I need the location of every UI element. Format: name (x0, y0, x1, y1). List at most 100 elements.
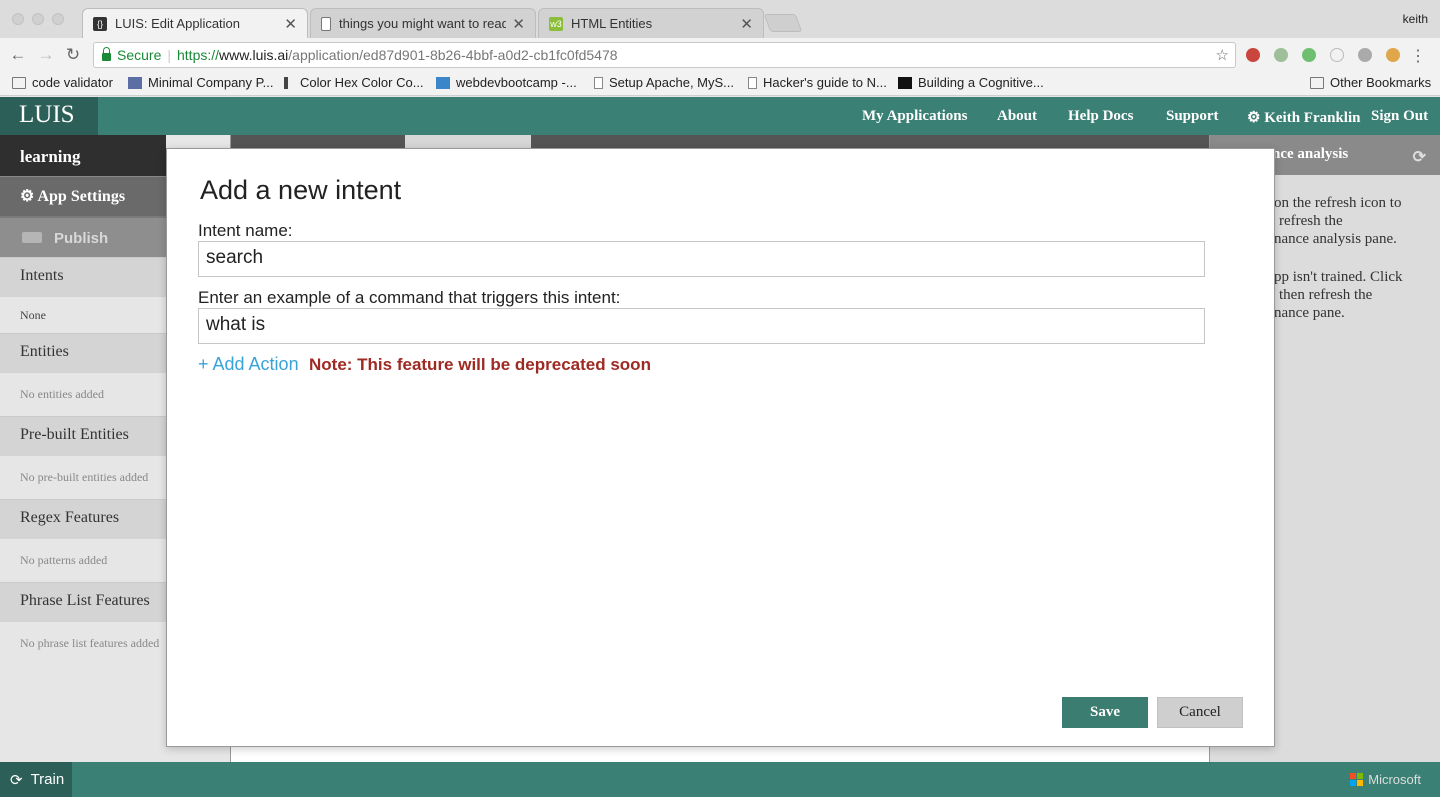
extension-icon[interactable] (1274, 48, 1288, 62)
tab-title: LUIS: Edit Application (115, 16, 241, 31)
nav-about[interactable]: About (997, 108, 1037, 125)
train-button[interactable]: ⟳ Train (0, 762, 72, 797)
sidebar-section-intents[interactable]: Intents (0, 257, 166, 297)
microsoft-brand: Microsoft (1350, 772, 1421, 787)
profile-name[interactable]: keith (1403, 12, 1428, 26)
sidebar-publish-button[interactable]: Publish (0, 216, 166, 257)
bookmark-item[interactable]: Setup Apache, MyS... (594, 75, 734, 90)
browser-tabstrip: {} LUIS: Edit Application ✕ things you m… (0, 0, 1440, 38)
app-settings-label: App Settings (37, 188, 126, 205)
sidebar-empty-text: No pre-built entities added (0, 456, 166, 499)
bookmark-label: webdevbootcamp -... (456, 75, 577, 90)
save-button[interactable]: Save (1062, 697, 1148, 728)
sidebar-section-phrase-list-features[interactable]: Phrase List Features (0, 582, 166, 622)
browser-tab-luis[interactable]: {} LUIS: Edit Application ✕ (82, 8, 308, 38)
back-arrow-icon[interactable]: ← (8, 45, 28, 65)
bookmark-label: Hacker's guide to N... (763, 75, 887, 90)
nav-sign-out[interactable]: Sign Out (1371, 108, 1428, 125)
window-zoom-button[interactable] (52, 13, 64, 25)
close-tab-icon[interactable]: ✕ (740, 15, 753, 33)
bookmark-item[interactable]: Building a Cognitive... (898, 75, 1044, 90)
browser-tab-html-entities[interactable]: w3 HTML Entities ✕ (538, 8, 764, 38)
bookmark-star-icon[interactable]: ☆ (1216, 46, 1229, 64)
bookmark-label: Minimal Company P... (148, 75, 274, 90)
intent-name-input[interactable]: search (198, 241, 1205, 277)
extension-icon[interactable] (1302, 48, 1316, 62)
bookmark-label: Color Hex Color Co... (300, 75, 424, 90)
browser-tab-reading[interactable]: things you might want to read ✕ (310, 8, 536, 38)
publish-label: Publish (54, 230, 109, 247)
window-minimize-button[interactable] (32, 13, 44, 25)
sidebar-app-name[interactable]: learning (0, 135, 166, 176)
sidebar-app-settings[interactable]: ⚙ App Settings (0, 176, 166, 216)
refresh-icon[interactable]: ⟳ (1413, 147, 1426, 167)
page-icon (748, 76, 757, 89)
browser-toolbar: ← → ↻ Secure | https:// www.luis.ai /app… (0, 38, 1440, 72)
sidebar-section-regex-features[interactable]: Regex Features (0, 499, 166, 539)
secure-label: Secure (117, 47, 162, 63)
new-tab-button[interactable] (763, 14, 803, 32)
folder-icon (1310, 76, 1324, 89)
bookmark-item[interactable]: code validator (12, 75, 113, 90)
panel-text-line: refresh the (1279, 213, 1343, 229)
sidebar-intent-item[interactable]: None (0, 297, 166, 333)
browser-menu-icon[interactable]: ⋮ (1410, 46, 1426, 66)
forward-arrow-icon[interactable]: → (36, 45, 56, 65)
other-bookmarks-label: Other Bookmarks (1330, 75, 1432, 90)
nav-support[interactable]: Support (1166, 108, 1219, 125)
other-bookmarks[interactable]: Other Bookmarks (1310, 75, 1431, 90)
add-action-link[interactable]: + Add Action (198, 354, 299, 375)
close-tab-icon[interactable]: ✕ (512, 15, 525, 33)
panel-text-line: then refresh the (1279, 287, 1373, 303)
bottom-bar: ⟳ Train Microsoft (0, 762, 1440, 797)
nav-my-applications[interactable]: My Applications (862, 108, 967, 125)
user-name: Keith Franklin (1264, 110, 1361, 126)
center-tab-active[interactable] (405, 135, 531, 149)
extension-icon[interactable] (1330, 48, 1344, 62)
page-icon (594, 76, 603, 89)
bookmark-item[interactable]: Hacker's guide to N... (748, 75, 887, 90)
bookmark-item[interactable]: webdevbootcamp -... (436, 75, 577, 90)
panel-text-line: on the refresh icon to (1274, 195, 1402, 211)
luis-header: LUIS My Applications About Help Docs Sup… (0, 97, 1440, 135)
deprecation-note: Note: This feature will be deprecated so… (309, 355, 651, 374)
url-scheme: https:// (177, 47, 220, 63)
site-icon (128, 76, 142, 89)
sidebar-section-entities[interactable]: Entities (0, 333, 166, 373)
panel-text-line: nance pane. (1274, 305, 1345, 321)
medium-icon (898, 76, 912, 89)
site-icon (436, 76, 450, 89)
bookmark-item[interactable]: Color Hex Color Co... (284, 75, 424, 90)
cancel-button[interactable]: Cancel (1157, 697, 1243, 728)
extension-icon[interactable] (1386, 48, 1400, 62)
tab-title: things you might want to read (339, 16, 507, 31)
sidebar: learning ⚙ App Settings Publish Intents … (0, 135, 166, 762)
url-host: www.luis.ai (219, 47, 289, 63)
example-utterance-input[interactable]: what is (198, 308, 1205, 344)
lock-icon (102, 47, 111, 61)
address-bar[interactable]: Secure | https:// www.luis.ai /applicati… (93, 42, 1236, 68)
dialog-title: Add a new intent (200, 175, 402, 205)
close-tab-icon[interactable]: ✕ (284, 15, 297, 33)
panel-text-line: nance analysis pane. (1274, 231, 1397, 247)
panel-text-line: pp isn't trained. Click (1274, 269, 1403, 285)
microsoft-logo-icon (1350, 773, 1364, 786)
nav-user[interactable]: ⚙ Keith Franklin (1247, 108, 1360, 127)
adblock-extension-icon[interactable] (1246, 48, 1260, 62)
reload-icon[interactable]: ↻ (63, 45, 83, 65)
add-intent-dialog: Add a new intent Intent name: search Ent… (166, 148, 1275, 747)
nav-help-docs[interactable]: Help Docs (1068, 108, 1133, 125)
train-label: Train (30, 771, 65, 788)
luis-favicon-icon: {} (93, 16, 107, 31)
window-close-button[interactable] (12, 13, 24, 25)
gear-icon: ⚙ (1247, 110, 1261, 126)
luis-logo[interactable]: LUIS (0, 97, 98, 135)
bookmark-item[interactable]: Minimal Company P... (128, 75, 273, 90)
bookmark-label: Building a Cognitive... (918, 75, 1044, 90)
sidebar-empty-text: No patterns added (0, 539, 166, 582)
extension-icon[interactable] (1358, 48, 1372, 62)
url-path: /application/ed87d901-8b26-4bbf-a0d2-cb1… (288, 47, 618, 63)
bookmarks-bar: code validator Minimal Company P... Colo… (0, 72, 1440, 96)
sidebar-section-prebuilt-entities[interactable]: Pre-built Entities (0, 416, 166, 456)
center-tab-strip (231, 135, 1209, 149)
